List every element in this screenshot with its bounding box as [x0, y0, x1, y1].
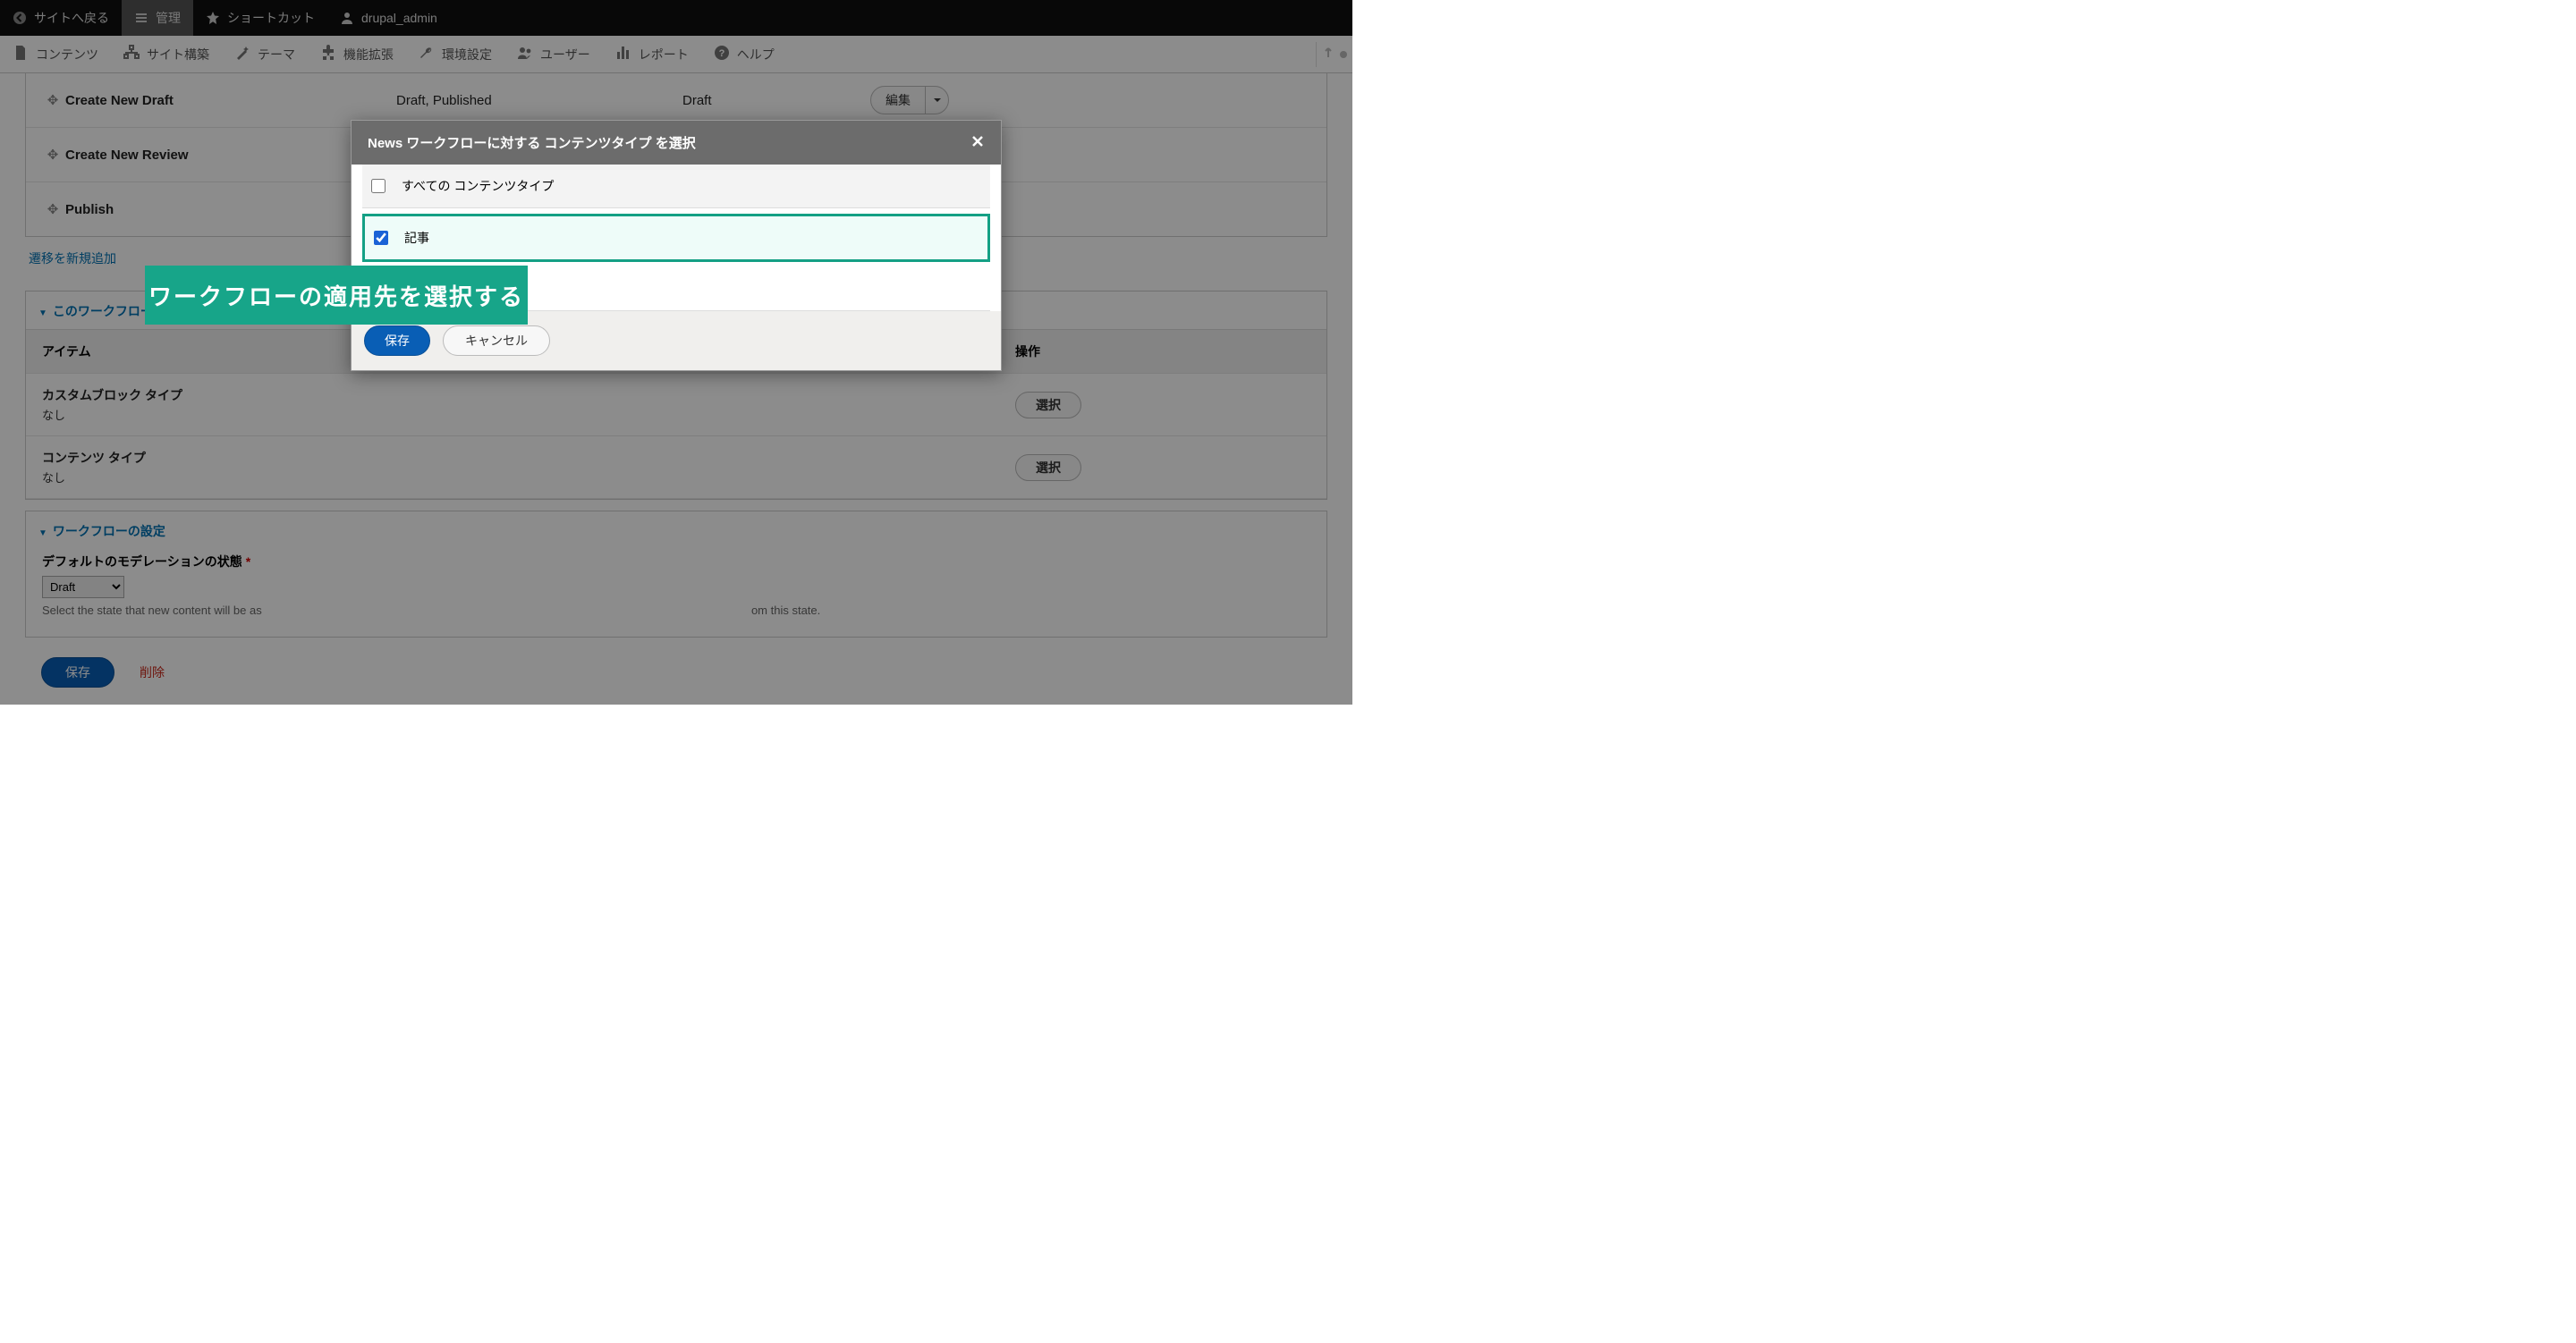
option-all[interactable]: すべての コンテンツタイプ — [362, 165, 990, 208]
annotation-text: ワークフローの適用先を選択する — [148, 279, 524, 312]
option-article-label: 記事 — [404, 229, 429, 247]
checkbox-all[interactable] — [371, 179, 386, 193]
option-all-label: すべての コンテンツタイプ — [402, 177, 554, 195]
content-type-modal: News ワークフローに対する コンテンツタイプ を選択 すべての コンテンツタ… — [351, 120, 1002, 371]
modal-overlay: News ワークフローに対する コンテンツタイプ を選択 すべての コンテンツタ… — [0, 0, 1352, 705]
close-icon — [970, 134, 985, 148]
annotation-banner: ワークフローの適用先を選択する — [145, 266, 528, 325]
modal-save-button[interactable]: 保存 — [364, 325, 430, 356]
close-button[interactable] — [970, 134, 985, 152]
modal-header: News ワークフローに対する コンテンツタイプ を選択 — [352, 121, 1001, 165]
modal-cancel-button[interactable]: キャンセル — [443, 325, 550, 356]
checkbox-article[interactable] — [374, 231, 388, 245]
modal-title: News ワークフローに対する コンテンツタイプ を選択 — [368, 133, 696, 152]
option-article[interactable]: 記事 — [362, 214, 990, 262]
